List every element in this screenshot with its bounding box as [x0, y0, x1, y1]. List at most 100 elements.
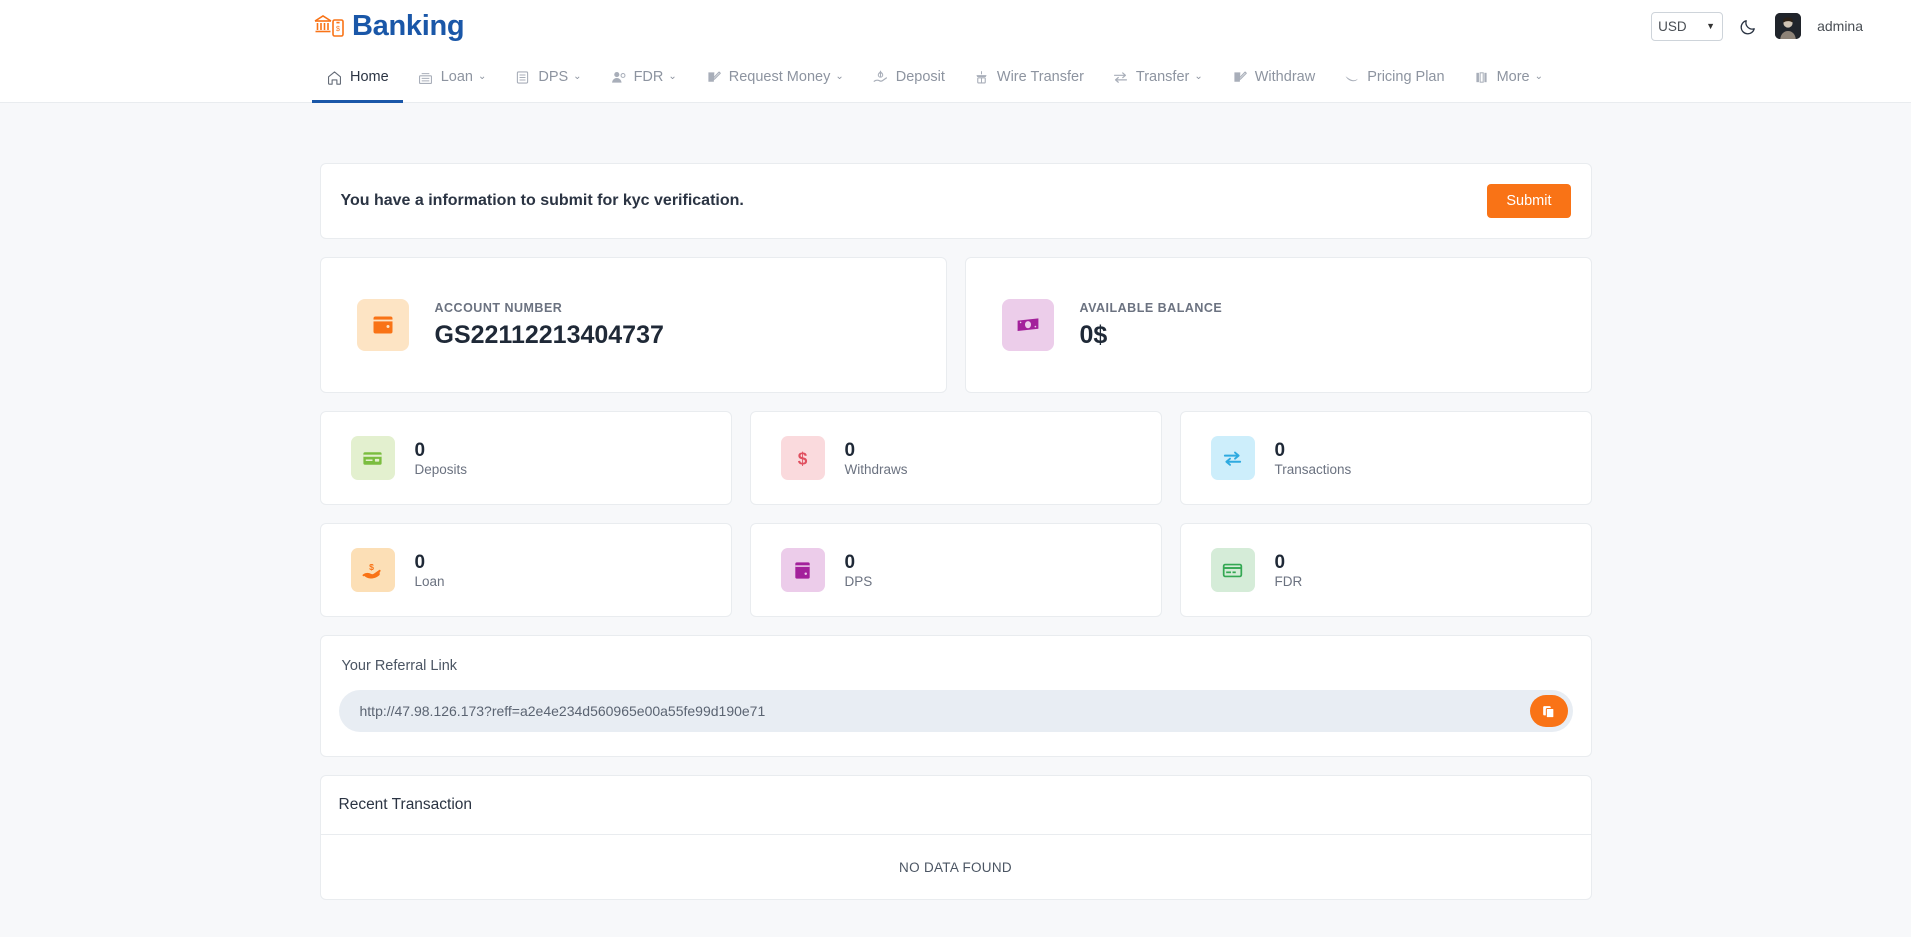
exchange-arrows-icon — [1221, 447, 1244, 470]
card-green-icon — [1221, 559, 1244, 582]
recent-transaction-section: Recent Transaction NO DATA FOUND — [320, 775, 1592, 900]
account-number-value: GS22112213404737 — [435, 321, 664, 350]
recent-transaction-empty-state: NO DATA FOUND — [321, 835, 1591, 899]
deposit-icon — [872, 69, 889, 86]
nav-item-wire-transfer[interactable]: Wire Transfer — [959, 52, 1098, 102]
fdr-value: 0 — [1275, 551, 1303, 575]
stat-card-withdraws: $ 0 Withdraws — [750, 411, 1162, 505]
fdr-label: FDR — [1275, 574, 1303, 589]
stat-card-loan: $ 0 Loan — [320, 523, 732, 617]
brand-name: Banking — [352, 10, 464, 43]
recent-transaction-title: Recent Transaction — [321, 776, 1591, 835]
chevron-down-icon: ⌄ — [1194, 72, 1202, 82]
svg-text:$: $ — [798, 448, 808, 468]
withdraws-icon-tile: $ — [781, 436, 825, 480]
stat-card-deposits: 0 Deposits — [320, 411, 732, 505]
copy-icon — [1541, 704, 1556, 719]
referral-title: Your Referral Link — [339, 658, 1573, 674]
dps-label: DPS — [845, 574, 873, 589]
money-note-icon — [1015, 312, 1041, 338]
dps-value: 0 — [845, 551, 873, 575]
available-balance-card: AVAILABLE BALANCE 0$ — [965, 257, 1592, 393]
nav-item-transfer[interactable]: Transfer ⌄ — [1098, 52, 1217, 102]
available-balance-label: AVAILABLE BALANCE — [1080, 301, 1223, 315]
nav-label: Deposit — [896, 69, 945, 85]
page-content: You have a information to submit for kyc… — [0, 103, 1911, 900]
nav-item-dps[interactable]: DPS ⌄ — [500, 52, 595, 102]
nav-label: Loan — [441, 69, 473, 85]
fdr-icon-tile — [1211, 548, 1255, 592]
chevron-down-icon: ⌄ — [668, 72, 676, 82]
nav-item-home[interactable]: Home — [312, 52, 403, 102]
nav-item-withdraw[interactable]: Withdraw — [1217, 52, 1329, 102]
transfer-icon — [1112, 69, 1129, 86]
avatar[interactable] — [1775, 13, 1801, 39]
svg-text:$: $ — [336, 26, 340, 33]
nav-label: Transfer — [1136, 69, 1189, 85]
chevron-down-icon: ⌄ — [478, 72, 486, 82]
wallet-icon-tile — [357, 299, 409, 351]
nav-label: Home — [350, 69, 389, 85]
nav-item-request-money[interactable]: Request Money ⌄ — [691, 52, 858, 102]
referral-link-bar: http://47.98.126.173?reff=a2e4e234d56096… — [339, 690, 1573, 732]
withdraws-text-group: 0 Withdraws — [845, 439, 908, 478]
brand-logo[interactable]: $ Banking — [312, 10, 464, 43]
credit-card-icon — [361, 447, 384, 470]
transactions-icon-tile — [1211, 436, 1255, 480]
withdraws-label: Withdraws — [845, 462, 908, 477]
deposits-value: 0 — [415, 439, 468, 463]
nav-item-deposit[interactable]: Deposit — [858, 52, 959, 102]
summary-cards-row: ACCOUNT NUMBER GS22112213404737 AVAILABL… — [320, 257, 1592, 393]
dps-icon-tile — [781, 548, 825, 592]
avatar-image — [1775, 13, 1801, 39]
nav-item-loan[interactable]: Loan ⌄ — [403, 52, 501, 102]
kyc-submit-button[interactable]: Submit — [1487, 184, 1570, 218]
deposits-text-group: 0 Deposits — [415, 439, 468, 478]
loan-value: 0 — [415, 551, 445, 575]
nav-label: More — [1497, 69, 1530, 85]
fdr-user-icon — [610, 69, 627, 86]
available-balance-value: 0$ — [1080, 321, 1223, 350]
stats-row-1: 0 Deposits $ 0 Withdraws — [320, 411, 1592, 505]
nav-item-pricing-plan[interactable]: Pricing Plan — [1329, 52, 1458, 102]
kyc-alert-banner: You have a information to submit for kyc… — [320, 163, 1592, 239]
content-container: You have a information to submit for kyc… — [320, 163, 1592, 900]
referral-url-text[interactable]: http://47.98.126.173?reff=a2e4e234d56096… — [360, 703, 766, 719]
stat-card-fdr: 0 FDR — [1180, 523, 1592, 617]
stat-card-transactions: 0 Transactions — [1180, 411, 1592, 505]
nav-item-more[interactable]: More ⌄ — [1459, 52, 1557, 102]
chevron-down-icon: ⌄ — [835, 72, 843, 82]
loan-text-group: 0 Loan — [415, 551, 445, 590]
nav-item-fdr[interactable]: FDR ⌄ — [596, 52, 691, 102]
main-navigation: Home Loan ⌄ DPS ⌄ FDR ⌄ Request Money — [0, 52, 1911, 103]
chevron-down-icon: ⌄ — [1535, 72, 1543, 82]
moon-icon[interactable] — [1739, 16, 1759, 36]
stat-card-dps: 0 DPS — [750, 523, 1162, 617]
account-number-text-group: ACCOUNT NUMBER GS22112213404737 — [435, 301, 664, 350]
more-icon — [1473, 69, 1490, 86]
loan-icon — [417, 69, 434, 86]
fdr-text-group: 0 FDR — [1275, 551, 1303, 590]
deposits-icon-tile — [351, 436, 395, 480]
nav-label: Pricing Plan — [1367, 69, 1444, 85]
request-money-icon — [705, 69, 722, 86]
dollar-sign-icon: $ — [791, 447, 814, 470]
kyc-message: You have a information to submit for kyc… — [341, 192, 744, 210]
currency-select[interactable]: USD — [1651, 12, 1723, 41]
bank-mobile-icon: $ — [312, 11, 346, 41]
currency-select-wrapper[interactable]: USD ▼ — [1651, 12, 1723, 41]
username-label: admina — [1817, 18, 1863, 34]
nav-label: DPS — [538, 69, 568, 85]
pricing-plan-icon — [1343, 69, 1360, 86]
nav-label: Wire Transfer — [997, 69, 1084, 85]
account-number-label: ACCOUNT NUMBER — [435, 301, 664, 315]
svg-text:$: $ — [369, 562, 374, 572]
wallet-icon — [370, 312, 396, 338]
copy-referral-link-button[interactable] — [1530, 695, 1568, 727]
balance-text-group: AVAILABLE BALANCE 0$ — [1080, 301, 1223, 350]
wire-transfer-icon — [973, 69, 990, 86]
dps-icon — [514, 69, 531, 86]
nav-label: FDR — [634, 69, 664, 85]
header-controls: USD ▼ admina — [1651, 12, 1863, 41]
nav-label: Request Money — [729, 69, 831, 85]
